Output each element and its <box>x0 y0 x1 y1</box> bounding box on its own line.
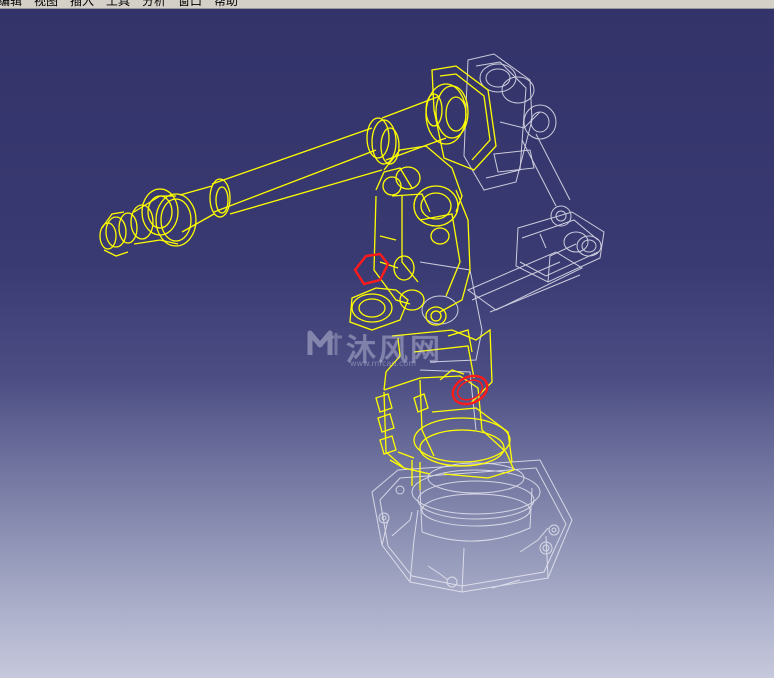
menu-edit[interactable]: 编辑 <box>0 0 22 8</box>
mfcad-watermark: 沐风网 www.mfcad.com <box>306 323 466 369</box>
menu-analysis[interactable]: 分析 <box>142 0 166 8</box>
mfcad-logo-icon <box>307 330 342 355</box>
selected-parts <box>99 65 515 490</box>
menu-window[interactable]: 窗口 <box>178 0 202 8</box>
catia-window: 编辑 视图 插入 工具 分析 窗口 帮助 沐风网 www.mfcad.com <box>0 0 774 678</box>
menu-insert[interactable]: 插入 <box>70 0 94 8</box>
menu-bar: 编辑 视图 插入 工具 分析 窗口 帮助 <box>0 0 774 9</box>
menu-help[interactable]: 帮助 <box>214 0 238 8</box>
watermark-url: www.mfcad.com <box>350 359 417 368</box>
menu-view[interactable]: 视图 <box>34 0 58 8</box>
menu-tools[interactable]: 工具 <box>106 0 130 8</box>
3d-viewport[interactable]: 沐风网 www.mfcad.com <box>0 9 774 678</box>
